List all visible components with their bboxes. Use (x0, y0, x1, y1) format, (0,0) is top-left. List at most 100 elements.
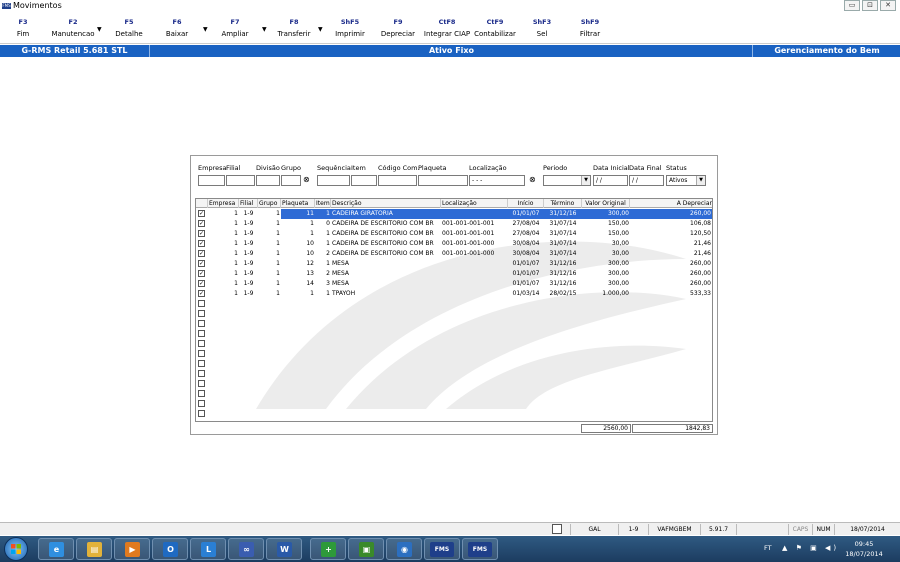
taskbar-lync-button[interactable]: L (190, 538, 226, 560)
taskbar-file-explorer-button[interactable]: ▤ (76, 538, 112, 560)
toolbar-manutencao-button[interactable]: F2 Manutencao (48, 18, 98, 38)
row-checkbox[interactable] (198, 300, 205, 307)
taskbar-media-player-button[interactable]: ▶ (114, 538, 150, 560)
table-row[interactable] (196, 309, 712, 319)
empresa-input[interactable] (198, 175, 225, 186)
data-final-input[interactable]: / / (629, 175, 664, 186)
clock-date[interactable]: 18/07/2014 (844, 550, 884, 558)
row-checkbox[interactable] (198, 380, 205, 387)
ampliar-dropdown-icon[interactable]: ▼ (262, 26, 267, 33)
maximize-button[interactable]: ⊡ (862, 0, 878, 11)
column-header-plaqueta[interactable]: Plaqueta (281, 199, 315, 208)
tray-icons[interactable]: ▲ ⚑ ▣ ◀) (782, 544, 839, 552)
taskbar-app-globe-button[interactable]: ◉ (386, 538, 422, 560)
column-header-a-depreciar[interactable]: A Depreciar (630, 199, 712, 208)
toolbar-transferir-button[interactable]: F8 Transferir (274, 18, 314, 38)
table-row[interactable] (196, 329, 712, 339)
row-checkbox[interactable] (198, 410, 205, 417)
row-checkbox[interactable]: ✓ (198, 280, 205, 287)
column-header-grupo[interactable]: Grupo (258, 199, 281, 208)
row-checkbox[interactable] (198, 350, 205, 357)
manutencao-dropdown-icon[interactable]: ▼ (97, 26, 102, 33)
chevron-down-icon[interactable]: ▼ (696, 176, 705, 185)
row-checkbox[interactable]: ✓ (198, 240, 205, 247)
table-row[interactable]: ✓ 1 1-9 1 14 3 MESA 01/01/07 31/12/16 300,00 260,0… (196, 279, 712, 289)
row-checkbox[interactable] (198, 330, 205, 337)
sequencia-input[interactable] (317, 175, 350, 186)
column-header-termino[interactable]: Término (544, 199, 582, 208)
table-row[interactable]: ✓ 1 1-9 1 13 2 MESA 01/01/07 31/12/16 300,00 260,0… (196, 269, 712, 279)
row-checkbox[interactable]: ✓ (198, 220, 205, 227)
table-row[interactable] (196, 299, 712, 309)
localizacao-search-binoculars-icon[interactable]: ⊗ (529, 175, 539, 185)
toolbar-detalhe-button[interactable]: F5 Detalhe (112, 18, 146, 38)
row-checkbox[interactable] (198, 390, 205, 397)
column-header-filial[interactable]: Filial (239, 199, 258, 208)
table-row[interactable]: ✓ 1 1-9 1 10 1 CADEIRA DE ESCRITORIO COM BR 001… (196, 239, 712, 249)
clock-time[interactable]: 09:45 (844, 540, 884, 548)
taskbar-word-button[interactable]: W (266, 538, 302, 560)
divisao-input[interactable] (256, 175, 280, 186)
column-header-localizacao[interactable]: Localização (441, 199, 508, 208)
table-row[interactable] (196, 319, 712, 329)
table-row[interactable]: ✓ 1 1-9 1 11 1 CADEIRA GIRATORIA 01/01/07 31/12/… (196, 209, 712, 219)
row-checkbox[interactable]: ✓ (198, 210, 205, 217)
toolbar-fim-button[interactable]: F3 Fim (8, 18, 38, 38)
taskbar-app-green-plus-button[interactable]: + (310, 538, 346, 560)
taskbar-fms-1-button[interactable]: FMS (424, 538, 460, 560)
chevron-down-icon[interactable]: ▼ (581, 176, 590, 185)
toolbar-imprimir-button[interactable]: ShF5 Imprimir (332, 18, 368, 38)
baixar-dropdown-icon[interactable]: ▼ (203, 26, 208, 33)
toolbar-baixar-button[interactable]: F6 Baixar (160, 18, 194, 38)
row-checkbox[interactable]: ✓ (198, 270, 205, 277)
table-row[interactable]: ✓ 1 1-9 1 10 2 CADEIRA DE ESCRITORIO COM BR 001… (196, 249, 712, 259)
row-checkbox[interactable]: ✓ (198, 260, 205, 267)
codigo-com-input[interactable] (378, 175, 417, 186)
taskbar-app-green-box-button[interactable]: ▣ (348, 538, 384, 560)
assets-grid[interactable]: Empresa Filial Grupo Plaqueta Item Descr… (195, 198, 713, 422)
toolbar-sel-button[interactable]: ShF3 Sel (528, 18, 556, 38)
transferir-dropdown-icon[interactable]: ▼ (318, 26, 323, 33)
table-row[interactable]: ✓ 1 1-9 1 1 0 CADEIRA DE ESCRITORIO COM BR 001-… (196, 219, 712, 229)
column-header-valor-original[interactable]: Valor Original (582, 199, 630, 208)
row-checkbox[interactable] (198, 370, 205, 377)
table-row[interactable]: ✓ 1 1-9 1 1 1 TPAYOH 01/03/14 28/02/15 1.000,00 53… (196, 289, 712, 299)
table-row[interactable] (196, 369, 712, 379)
taskbar-outlook-button[interactable]: O (152, 538, 188, 560)
toolbar-integrar-ciap-button[interactable]: CtF8 Integrar CIAP (423, 18, 471, 38)
table-row[interactable] (196, 399, 712, 409)
taskbar-fms-2-button[interactable]: FMS (462, 538, 498, 560)
table-row[interactable] (196, 359, 712, 369)
row-checkbox[interactable] (198, 340, 205, 347)
filial-input[interactable] (226, 175, 255, 186)
column-header-item[interactable]: Item (315, 199, 331, 208)
row-checkbox[interactable] (198, 310, 205, 317)
start-button[interactable] (4, 537, 28, 561)
row-checkbox[interactable]: ✓ (198, 250, 205, 257)
table-row[interactable] (196, 339, 712, 349)
plaqueta-input[interactable] (418, 175, 468, 186)
taskbar-app-eye-button[interactable]: ∞ (228, 538, 264, 560)
row-checkbox[interactable]: ✓ (198, 290, 205, 297)
toolbar-depreciar-button[interactable]: F9 Depreciar (380, 18, 416, 38)
periodo-select[interactable]: ▼ (543, 175, 591, 186)
column-header-descricao[interactable]: Descrição (331, 199, 441, 208)
table-row[interactable]: ✓ 1 1-9 1 1 1 CADEIRA DE ESCRITORIO COM BR 001-… (196, 229, 712, 239)
table-row[interactable] (196, 409, 712, 419)
row-checkbox[interactable] (198, 360, 205, 367)
item-input[interactable] (351, 175, 377, 186)
localizacao-input[interactable]: - - - (469, 175, 525, 186)
table-row[interactable] (196, 349, 712, 359)
column-header-empresa[interactable]: Empresa (208, 199, 239, 208)
status-select[interactable]: Ativos ▼ (666, 175, 706, 186)
toolbar-ampliar-button[interactable]: F7 Ampliar (218, 18, 252, 38)
table-row[interactable]: ✓ 1 1-9 1 12 1 MESA 01/01/07 31/12/16 300,00 260,0… (196, 259, 712, 269)
data-inicial-input[interactable]: / / (593, 175, 628, 186)
row-checkbox[interactable] (198, 320, 205, 327)
grupo-input[interactable] (281, 175, 301, 186)
minimize-button[interactable]: ▭ (844, 0, 860, 11)
table-row[interactable] (196, 389, 712, 399)
taskbar-internet-explorer-button[interactable]: e (38, 538, 74, 560)
close-button[interactable]: ✕ (880, 0, 896, 11)
table-row[interactable] (196, 379, 712, 389)
